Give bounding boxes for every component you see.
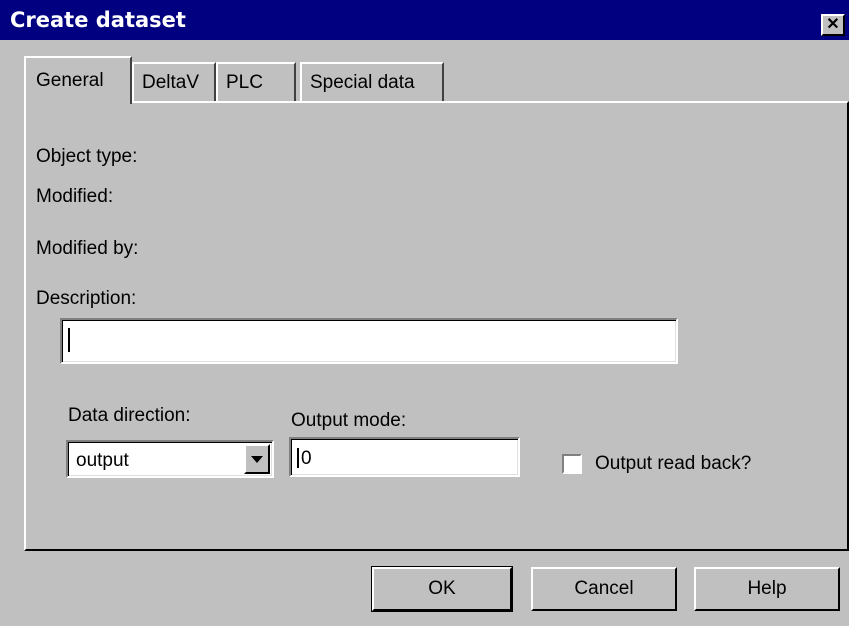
ok-button[interactable]: OK [371, 566, 513, 612]
tab-label: Special data [310, 72, 415, 93]
cancel-button[interactable]: Cancel [531, 567, 677, 611]
button-label: Cancel [574, 578, 634, 599]
button-label: OK [428, 578, 456, 599]
help-button[interactable]: Help [694, 567, 840, 611]
general-tab-panel [24, 101, 849, 551]
tab-general[interactable]: General [24, 56, 132, 104]
tab-special-data[interactable]: Special data [300, 62, 444, 102]
close-button[interactable]: ✕ [821, 14, 845, 36]
tab-label: DeltaV [142, 72, 200, 93]
tab-label: PLC [226, 72, 263, 93]
button-label: Help [747, 578, 787, 599]
tab-deltav[interactable]: DeltaV [132, 62, 216, 102]
tab-label: General [36, 70, 104, 91]
tab-plc[interactable]: PLC [216, 62, 296, 102]
title-bar: Create dataset ✕ [0, 0, 849, 40]
close-icon: ✕ [826, 16, 840, 33]
window-title: Create dataset [10, 8, 186, 32]
